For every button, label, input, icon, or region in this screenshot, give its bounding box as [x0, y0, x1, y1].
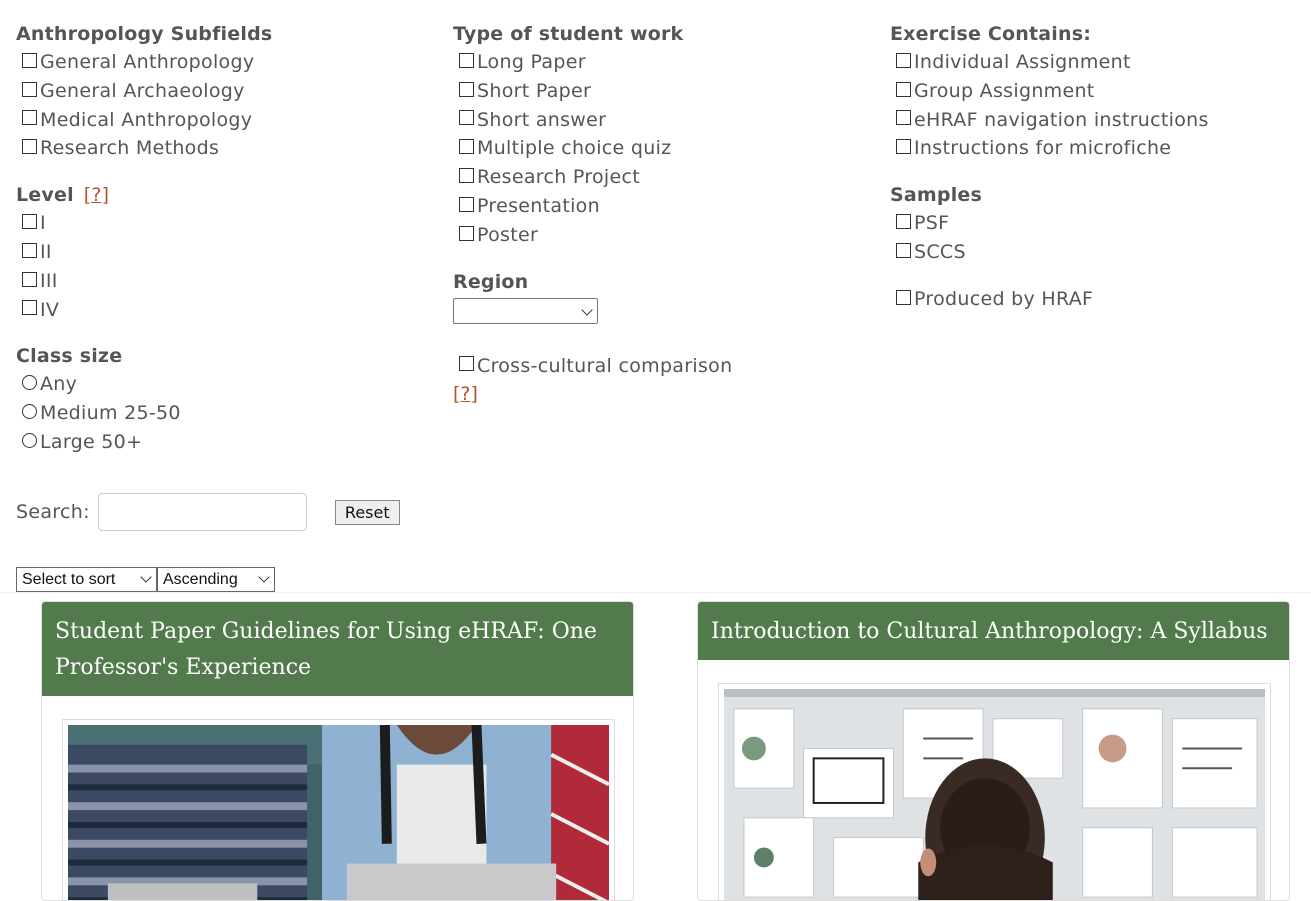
checkbox[interactable]	[22, 300, 37, 316]
checkbox[interactable]	[459, 196, 474, 212]
class-size-option[interactable]: Large 50+	[16, 428, 436, 457]
level-option[interactable]: II	[16, 238, 436, 267]
checkbox[interactable]	[459, 139, 474, 155]
cross-cultural-option[interactable]: Cross-cultural comparison	[453, 352, 873, 381]
checkbox[interactable]	[22, 242, 37, 258]
result-card[interactable]: Introduction to Cultural Anthropology: A…	[697, 601, 1290, 901]
filter-column-2: Type of student work Long Paper Short Pa…	[453, 20, 873, 408]
radio-button[interactable]	[22, 432, 37, 448]
checkbox[interactable]	[459, 225, 474, 241]
produced-by-group: Produced by HRAF	[890, 285, 1310, 314]
region-title: Region	[453, 270, 529, 293]
subfields-title: Anthropology Subfields	[16, 23, 273, 45]
search-row: Search: Reset	[16, 493, 400, 531]
subfield-option[interactable]: General Anthropology	[16, 48, 436, 77]
student-work-option[interactable]: Poster	[453, 221, 873, 250]
exercise-option[interactable]: Group Assignment	[890, 77, 1310, 106]
checkbox[interactable]	[459, 110, 474, 126]
checkbox[interactable]	[22, 271, 37, 287]
checkbox[interactable]	[22, 139, 37, 155]
chevron-down-icon	[258, 571, 270, 583]
subfield-option[interactable]: General Archaeology	[16, 77, 436, 106]
class-size-option[interactable]: Any	[16, 370, 436, 399]
checkbox[interactable]	[896, 52, 911, 68]
checkbox[interactable]	[896, 110, 911, 126]
level-group: Level [?] I II III IV	[16, 181, 436, 324]
student-work-option[interactable]: Long Paper	[453, 48, 873, 77]
result-card[interactable]: Student Paper Guidelines for Using eHRAF…	[41, 601, 634, 901]
exercise-option[interactable]: eHRAF navigation instructions	[890, 106, 1310, 135]
region-group: Region	[453, 268, 873, 324]
checkbox[interactable]	[896, 214, 911, 230]
checkbox[interactable]	[896, 139, 911, 155]
level-option[interactable]: IV	[16, 296, 436, 325]
student-work-option[interactable]: Short answer	[453, 106, 873, 135]
filter-column-1: Anthropology Subfields General Anthropol…	[16, 20, 436, 475]
student-work-option[interactable]: Multiple choice quiz	[453, 134, 873, 163]
sort-row: Select to sort Ascending	[16, 567, 275, 592]
exercise-contains-group: Exercise Contains: Individual Assignment…	[890, 20, 1310, 163]
level-help-link[interactable]: [?]	[84, 184, 110, 206]
class-size-option[interactable]: Medium 25-50	[16, 399, 436, 428]
filter-column-3: Exercise Contains: Individual Assignment…	[890, 20, 1310, 314]
level-option[interactable]: I	[16, 209, 436, 238]
card-image[interactable]	[62, 719, 615, 900]
subfield-option[interactable]: Medical Anthropology	[16, 106, 436, 135]
samples-group: Samples PSF SCCS	[890, 181, 1310, 267]
card-title[interactable]: Student Paper Guidelines for Using eHRAF…	[42, 602, 633, 696]
reset-button[interactable]: Reset	[334, 499, 400, 525]
sample-option[interactable]: PSF	[890, 209, 1310, 238]
subfield-option[interactable]: Research Methods	[16, 134, 436, 163]
checkbox[interactable]	[22, 110, 37, 126]
exercise-contains-title: Exercise Contains:	[890, 23, 1092, 45]
checkbox[interactable]	[22, 81, 37, 97]
checkbox[interactable]	[459, 168, 474, 184]
chevron-down-icon	[581, 303, 593, 316]
radio-button[interactable]	[22, 375, 37, 391]
planning-board-image	[724, 689, 1265, 900]
checkbox[interactable]	[22, 52, 37, 68]
student-work-group: Type of student work Long Paper Short Pa…	[453, 20, 873, 250]
class-size-group: Class size Any Medium 25-50 Large 50+	[16, 342, 436, 456]
cross-cultural-help-link[interactable]: [?]	[453, 380, 873, 408]
checkbox[interactable]	[896, 242, 911, 258]
checkbox[interactable]	[896, 289, 911, 305]
level-option[interactable]: III	[16, 267, 436, 296]
card-image[interactable]	[718, 683, 1271, 900]
samples-title: Samples	[890, 184, 983, 207]
radio-button[interactable]	[22, 404, 37, 420]
sort-field-select[interactable]: Select to sort	[16, 567, 157, 592]
level-title: Level [?]	[16, 184, 110, 207]
exercise-option[interactable]: Individual Assignment	[890, 48, 1310, 77]
exercise-option[interactable]: Instructions for microfiche	[890, 134, 1310, 163]
sort-order-select[interactable]: Ascending	[157, 567, 275, 592]
produced-by-option[interactable]: Produced by HRAF	[890, 285, 1310, 314]
region-select[interactable]	[453, 297, 598, 324]
checkbox[interactable]	[896, 81, 911, 97]
checkbox[interactable]	[459, 81, 474, 97]
checkbox[interactable]	[459, 52, 474, 68]
chevron-down-icon	[140, 571, 152, 583]
student-work-option[interactable]: Short Paper	[453, 77, 873, 106]
class-size-title: Class size	[16, 345, 123, 368]
student-work-title: Type of student work	[453, 23, 684, 45]
checkbox[interactable]	[22, 214, 37, 230]
subfields-group: Anthropology Subfields General Anthropol…	[16, 20, 436, 163]
student-work-option[interactable]: Presentation	[453, 192, 873, 221]
search-label: Search:	[16, 501, 90, 523]
cross-cultural-group: Cross-cultural comparison [?]	[453, 352, 873, 409]
card-title[interactable]: Introduction to Cultural Anthropology: A…	[698, 602, 1289, 660]
divider	[0, 592, 1311, 593]
students-laptops-image	[68, 725, 609, 900]
checkbox[interactable]	[459, 356, 474, 372]
sample-option[interactable]: SCCS	[890, 238, 1310, 267]
student-work-option[interactable]: Research Project	[453, 163, 873, 192]
search-input[interactable]	[97, 493, 307, 531]
